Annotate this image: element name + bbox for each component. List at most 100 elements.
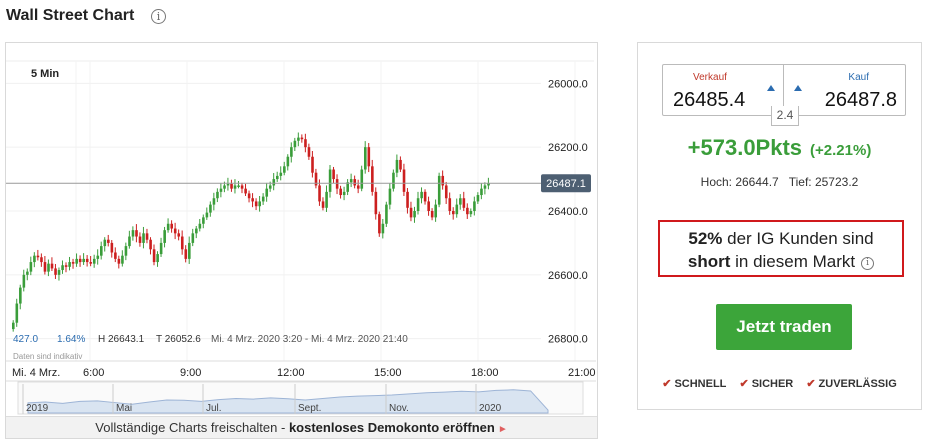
candle-up [237,185,240,187]
candle-down [247,193,251,199]
candle-up [473,201,476,211]
candle-up [364,147,367,170]
info-icon[interactable]: i [151,9,166,24]
unlock-charts-banner[interactable]: Vollständige Charts freischalten - koste… [6,416,597,438]
candle-down [170,223,173,229]
candle-down [318,185,321,202]
candle-up [459,198,462,205]
candle-up [209,204,212,213]
candle-up [342,191,346,196]
x-tick-label: 18:00 [471,367,499,379]
buy-price-button[interactable]: Kauf 26487.8 [784,65,905,115]
sell-label: Verkauf [693,72,727,83]
price-box: Verkauf 26485.4 Kauf 26487.8 2.4 [662,64,906,126]
candle-down [114,252,117,259]
candle-up [166,223,170,231]
footer-text: Vollständige Charts freischalten - [95,420,289,435]
candle-up [219,188,223,192]
candle-down [244,188,247,194]
current-price-label: 26487.1 [546,178,586,190]
buy-label: Kauf [848,72,869,83]
candle-down [441,175,445,186]
day-high: Hoch: 26644.7 [700,175,779,189]
candle-up [395,159,399,173]
candle-up [121,255,124,264]
candle-down [254,201,258,207]
candle-down [430,211,434,218]
candle-down [43,262,47,272]
candle-down [54,268,57,275]
triangle-up-icon [767,85,775,91]
overview-label: 2019 [26,403,49,414]
candle-up [385,204,388,224]
candle-down [300,137,304,140]
candle-down [177,233,181,237]
candle-up [416,198,420,211]
candle-up [293,140,297,148]
candle-down [332,169,335,180]
candle-down [36,255,40,258]
sell-price: 26485.4 [673,89,746,111]
overview-label: Nov. [389,403,409,414]
candle-up [297,137,300,141]
candle-up [22,274,26,288]
arrow-right-icon[interactable]: ► [498,424,508,435]
candle-up [47,263,50,272]
candle-down [462,198,466,208]
candle-down [427,201,430,211]
y-tick-label: 26000.0 [548,78,588,90]
sentiment-text-1: der IG Kunden sind [722,229,874,248]
candle-up [68,262,71,267]
candle-up [434,204,437,218]
day-low: Tief: 25723.2 [788,175,859,189]
candle-up [258,201,261,207]
sell-price-button[interactable]: Verkauf 26485.4 [663,65,784,115]
info-icon[interactable]: i [861,257,875,270]
candle-up [346,182,349,192]
x-tick-label: 12:00 [277,367,305,379]
interval-label[interactable]: 5 Min [31,68,59,80]
candle-down [311,156,314,173]
y-tick-label: 26600.0 [548,270,588,282]
stat-low: T 26052.6 [156,334,201,345]
candle-up [29,262,33,272]
candlestick-chart[interactable]: 26487.1 5 Min 26800.0 26600.0 26400.0 26200… [6,43,599,440]
candle-up [156,254,159,263]
trade-now-button[interactable]: Jetzt traden [716,304,852,350]
demo-account-link[interactable]: kostenloses Demokonto eröffnen [289,420,495,435]
candle-down [335,179,339,189]
candle-down [402,169,406,192]
candle-down [230,183,233,189]
chart-panel[interactable]: 26487.1 5 Min 26800.0 26600.0 26400.0 26200… [5,42,598,439]
candle-up [325,191,328,208]
high-low: Hoch: 26644.7 Tief: 25723.2 [638,175,921,189]
candle-down [173,228,177,234]
candle-up [128,236,131,247]
overview-navigator[interactable]: 2019 Mai Jul. Sept. Nov. 2020 [17,381,584,415]
candle-up [33,255,36,263]
overview-label: Mai [116,403,132,414]
candle-down [406,191,409,208]
candle-up [349,179,353,183]
spread-value: 2.4 [771,106,799,126]
candle-down [371,166,374,192]
x-tick-label: 15:00 [374,367,402,379]
candle-down [378,214,381,234]
candle-up [283,166,286,173]
candle-down [135,230,138,237]
candle-up [19,287,22,304]
candle-up [261,196,265,202]
candle-down [107,239,110,243]
candle-down [149,239,152,250]
candle-up [15,303,19,323]
candle-up [124,246,128,256]
candle-up [223,185,226,189]
candle-up [159,242,163,255]
sentiment-percent: 52% [688,229,723,248]
candle-up [188,242,191,259]
feature-list: ✔ SCHNELL ✔ SICHER ✔ ZUVERLÄSSIG [638,377,921,390]
candle-down [50,263,54,269]
candle-up [286,156,290,167]
feature-item: ✔ ZUVERLÄSSIG [806,378,897,390]
stat-range: Mi. 4 Mrz. 2020 3:20 - Mi. 4 Mrz. 2020 2… [211,334,408,345]
